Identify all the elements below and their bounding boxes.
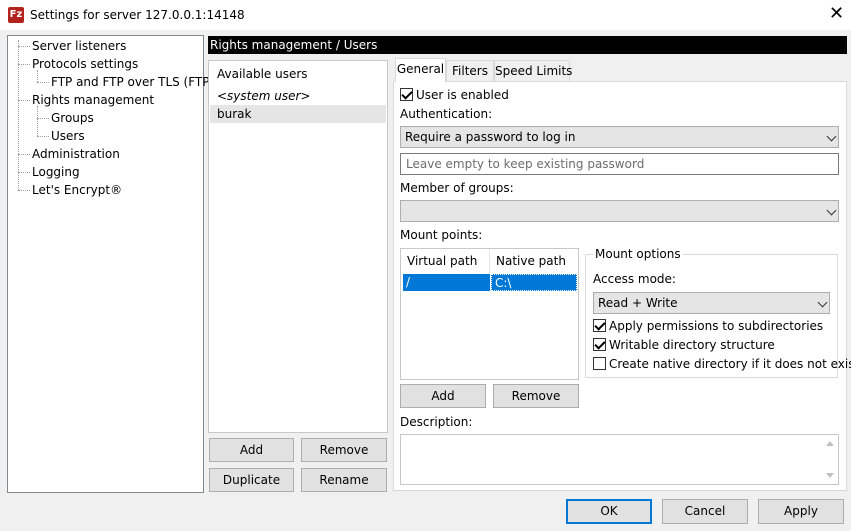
mount-row-native-path[interactable]: C:\ bbox=[491, 274, 577, 291]
rename-user-button[interactable]: Rename bbox=[301, 468, 387, 492]
member-of-groups-select[interactable] bbox=[400, 200, 839, 222]
create-native-dir-label: Create native directory if it does not e… bbox=[609, 357, 851, 371]
tree-item-ftp-ftps[interactable]: FTP and FTP over TLS (FTPS) bbox=[51, 73, 222, 91]
tab-general[interactable]: General bbox=[395, 58, 446, 82]
apply-permissions-checkbox[interactable] bbox=[593, 319, 606, 332]
window-title: Settings for server 127.0.0.1:14148 bbox=[30, 8, 245, 22]
filezilla-app-icon: Fz bbox=[8, 7, 24, 23]
tree-item-lets-encrypt[interactable]: Let's Encrypt® bbox=[32, 181, 122, 199]
mount-row-virtual-path[interactable]: / bbox=[403, 274, 490, 291]
title-bar: Fz Settings for server 127.0.0.1:14148 ✕ bbox=[0, 0, 851, 30]
user-enabled-checkbox[interactable] bbox=[400, 88, 413, 101]
mount-points-table[interactable]: Virtual path Native path / C:\ bbox=[400, 248, 579, 380]
remove-mount-button[interactable]: Remove bbox=[493, 384, 579, 408]
apply-permissions-label: Apply permissions to subdirectories bbox=[609, 319, 824, 333]
access-mode-value: Read + Write bbox=[598, 296, 678, 310]
add-mount-button[interactable]: Add bbox=[400, 384, 486, 408]
tree-item-users[interactable]: Users bbox=[51, 127, 85, 145]
user-item-system[interactable]: <system user> bbox=[210, 87, 386, 105]
tab-speed-limits[interactable]: Speed Limits bbox=[494, 60, 572, 81]
ok-button[interactable]: OK bbox=[566, 499, 652, 524]
column-header-native-path[interactable]: Native path bbox=[490, 249, 578, 273]
authentication-value: Require a password to log in bbox=[405, 130, 576, 144]
tree-item-rights-management[interactable]: Rights management bbox=[32, 91, 154, 109]
member-of-groups-label: Member of groups: bbox=[400, 181, 514, 195]
user-item-burak[interactable]: burak bbox=[210, 105, 386, 123]
page-header: Rights management / Users bbox=[208, 36, 847, 54]
mount-points-label: Mount points: bbox=[400, 228, 483, 242]
close-icon[interactable]: ✕ bbox=[822, 2, 851, 28]
authentication-select[interactable]: Require a password to log in bbox=[400, 126, 839, 148]
chevron-down-icon bbox=[826, 131, 837, 142]
duplicate-user-button[interactable]: Duplicate bbox=[209, 468, 294, 492]
access-mode-select[interactable]: Read + Write bbox=[593, 292, 830, 314]
authentication-label: Authentication: bbox=[400, 107, 493, 121]
scroll-up-icon[interactable] bbox=[826, 441, 834, 446]
chevron-down-icon bbox=[817, 297, 828, 308]
access-mode-label: Access mode: bbox=[593, 272, 676, 286]
user-enabled-label: User is enabled bbox=[416, 88, 509, 102]
tree-item-logging[interactable]: Logging bbox=[32, 163, 80, 181]
users-list[interactable]: Available users <system user> burak bbox=[208, 60, 388, 433]
remove-user-button[interactable]: Remove bbox=[301, 438, 387, 462]
description-textarea[interactable] bbox=[400, 434, 839, 485]
writable-structure-label: Writable directory structure bbox=[609, 338, 775, 352]
add-user-button[interactable]: Add bbox=[209, 438, 294, 462]
apply-button[interactable]: Apply bbox=[758, 499, 844, 524]
password-input[interactable]: Leave empty to keep existing password bbox=[400, 153, 839, 175]
tree-item-administration[interactable]: Administration bbox=[32, 145, 120, 163]
cancel-button[interactable]: Cancel bbox=[662, 499, 748, 524]
chevron-down-icon bbox=[826, 205, 837, 216]
mount-options-title: Mount options bbox=[593, 247, 683, 261]
tree-item-protocols-settings[interactable]: Protocols settings bbox=[32, 55, 138, 73]
users-list-heading: Available users bbox=[217, 67, 308, 81]
writable-structure-checkbox[interactable] bbox=[593, 338, 606, 351]
tree-item-groups[interactable]: Groups bbox=[51, 109, 94, 127]
scroll-down-icon[interactable] bbox=[826, 473, 834, 478]
description-label: Description: bbox=[400, 415, 473, 429]
tab-filters[interactable]: Filters bbox=[446, 60, 494, 81]
settings-tree: Server listeners Protocols settings FTP … bbox=[7, 35, 222, 493]
tree-item-server-listeners[interactable]: Server listeners bbox=[32, 37, 126, 55]
column-header-virtual-path[interactable]: Virtual path bbox=[401, 249, 490, 273]
create-native-dir-checkbox[interactable] bbox=[593, 357, 606, 370]
